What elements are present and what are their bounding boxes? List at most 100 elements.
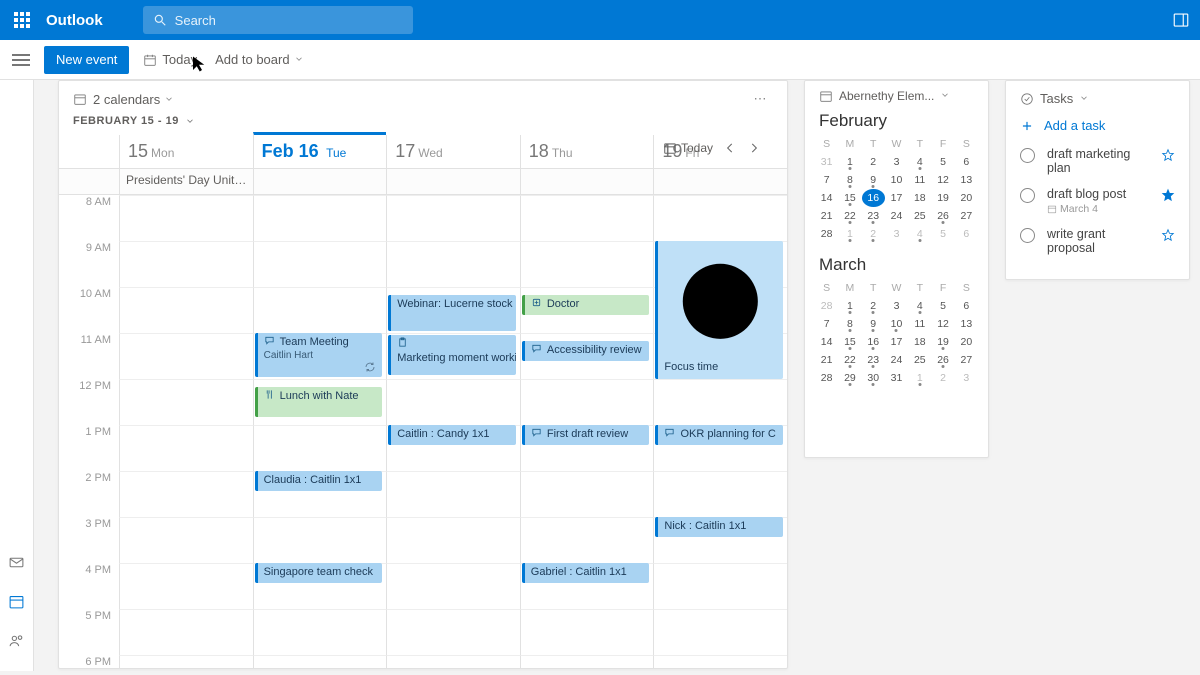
mini-day[interactable]: 5 (931, 153, 954, 171)
mini-day[interactable]: 26 (931, 351, 954, 369)
mini-day[interactable]: 13 (955, 315, 978, 333)
mini-day[interactable]: 13 (955, 171, 978, 189)
task-complete-circle[interactable] (1020, 228, 1035, 243)
mail-icon[interactable] (8, 554, 25, 571)
event[interactable]: Caitlin : Candy 1x1 (388, 425, 516, 445)
mini-day[interactable]: 14 (815, 189, 838, 207)
mini-day[interactable]: 3 (885, 297, 908, 315)
mini-day[interactable]: 25 (908, 207, 931, 225)
mini-day[interactable]: 4 (908, 225, 931, 243)
mini-day[interactable]: 21 (815, 207, 838, 225)
mini-day[interactable]: 6 (955, 153, 978, 171)
search-input[interactable]: Search (143, 6, 413, 34)
mini-day[interactable]: 26 (931, 207, 954, 225)
mini-day[interactable]: 9 (862, 171, 885, 189)
mini-day[interactable]: 31 (815, 153, 838, 171)
mini-day[interactable]: 29 (838, 369, 861, 387)
mini-day[interactable]: 12 (931, 171, 954, 189)
star-icon[interactable] (1161, 228, 1175, 242)
day-header[interactable]: Feb 16 Tue (253, 132, 387, 168)
mini-day[interactable]: 3 (885, 225, 908, 243)
mini-day[interactable]: 4 (908, 153, 931, 171)
event[interactable]: Claudia : Caitlin 1x1 (255, 471, 383, 491)
day-header[interactable]: 18Thu (520, 135, 654, 168)
mini-day[interactable]: 7 (815, 171, 838, 189)
mini-day[interactable]: 19 (931, 333, 954, 351)
jump-today-button[interactable]: Today (663, 141, 713, 155)
event[interactable]: Singapore team check (255, 563, 383, 583)
mini-day[interactable]: 1 (908, 369, 931, 387)
nav-toggle-icon[interactable] (12, 51, 30, 69)
mini-day[interactable]: 1 (838, 153, 861, 171)
mini-day[interactable]: 1 (838, 225, 861, 243)
event[interactable]: Gabriel : Caitlin 1x1 (522, 563, 650, 583)
mini-day[interactable]: 20 (955, 333, 978, 351)
event[interactable]: Accessibility review (522, 341, 650, 361)
mini-day[interactable]: 6 (955, 225, 978, 243)
mini-day[interactable]: 4 (908, 297, 931, 315)
mini-day[interactable]: 15 (838, 189, 861, 207)
mini-day[interactable]: 27 (955, 207, 978, 225)
prev-week-icon[interactable] (723, 141, 737, 155)
event[interactable]: Webinar: Lucerne stock plan (388, 295, 516, 331)
task-item[interactable]: draft marketing plan (1006, 141, 1189, 181)
event[interactable]: Lunch with Nate (255, 387, 383, 417)
add-to-board-button[interactable]: Add to board (215, 52, 308, 67)
task-complete-circle[interactable] (1020, 188, 1035, 203)
more-actions-button[interactable]: ⋯ (749, 91, 773, 107)
event[interactable]: Marketing moment working meeting (388, 335, 516, 375)
mini-day[interactable]: 23 (862, 207, 885, 225)
day-header[interactable]: 15Mon (119, 135, 253, 168)
people-icon[interactable] (8, 632, 25, 649)
mini-day[interactable]: 11 (908, 171, 931, 189)
mini-day[interactable]: 30 (862, 369, 885, 387)
add-task-button[interactable]: Add a task (1006, 110, 1189, 141)
mini-day[interactable]: 18 (908, 189, 931, 207)
mini-day[interactable]: 5 (931, 225, 954, 243)
mini-day[interactable]: 7 (815, 315, 838, 333)
day-column[interactable]: Doctor Accessibility review First draft … (520, 195, 654, 669)
star-icon[interactable] (1161, 188, 1175, 202)
mini-day[interactable]: 22 (838, 351, 861, 369)
mini-day[interactable]: 19 (931, 189, 954, 207)
mini-day[interactable]: 28 (815, 297, 838, 315)
star-icon[interactable] (1161, 148, 1175, 162)
mini-day[interactable]: 25 (908, 351, 931, 369)
mini-day[interactable]: 28 (815, 225, 838, 243)
day-column[interactable]: Focus time OKR planning for C Nick : Cai… (653, 195, 787, 669)
day-column[interactable]: Team Meeting Caitlin Hart Lunch with Nat… (253, 195, 387, 669)
mini-day[interactable]: 8 (838, 315, 861, 333)
today-button[interactable]: Today (143, 52, 197, 67)
app-launcher-icon[interactable] (10, 8, 34, 32)
event[interactable]: Doctor (522, 295, 650, 315)
day-column[interactable]: Webinar: Lucerne stock plan Marketing mo… (386, 195, 520, 669)
mini-day[interactable]: 2 (862, 297, 885, 315)
event[interactable]: First draft review (522, 425, 650, 445)
day-column[interactable] (119, 195, 253, 669)
task-item[interactable]: draft blog post March 4 (1006, 181, 1189, 221)
mini-day[interactable]: 5 (931, 297, 954, 315)
mini-day[interactable]: 9 (862, 315, 885, 333)
mini-day[interactable]: 18 (908, 333, 931, 351)
mini-day[interactable]: 2 (931, 369, 954, 387)
mini-day[interactable]: 23 (862, 351, 885, 369)
mini-calendar-selector[interactable]: Abernethy Elem... (839, 89, 934, 103)
mini-day[interactable]: 10 (885, 171, 908, 189)
day-header[interactable]: 17Wed (386, 135, 520, 168)
mini-day[interactable]: 21 (815, 351, 838, 369)
mini-day[interactable]: 11 (908, 315, 931, 333)
new-event-button[interactable]: New event (44, 46, 129, 74)
mini-day[interactable]: 20 (955, 189, 978, 207)
all-day-event[interactable]: Presidents' Day United (119, 169, 253, 194)
next-week-icon[interactable] (747, 141, 761, 155)
task-complete-circle[interactable] (1020, 148, 1035, 163)
task-item[interactable]: write grant proposal (1006, 221, 1189, 261)
event[interactable]: Nick : Caitlin 1x1 (655, 517, 783, 537)
event[interactable]: Team Meeting Caitlin Hart (255, 333, 383, 377)
mini-day[interactable]: 15 (838, 333, 861, 351)
mini-day[interactable]: 12 (931, 315, 954, 333)
mini-day[interactable]: 28 (815, 369, 838, 387)
mini-day[interactable]: 8 (838, 171, 861, 189)
mini-day[interactable]: 22 (838, 207, 861, 225)
event[interactable]: Focus time (655, 241, 783, 379)
